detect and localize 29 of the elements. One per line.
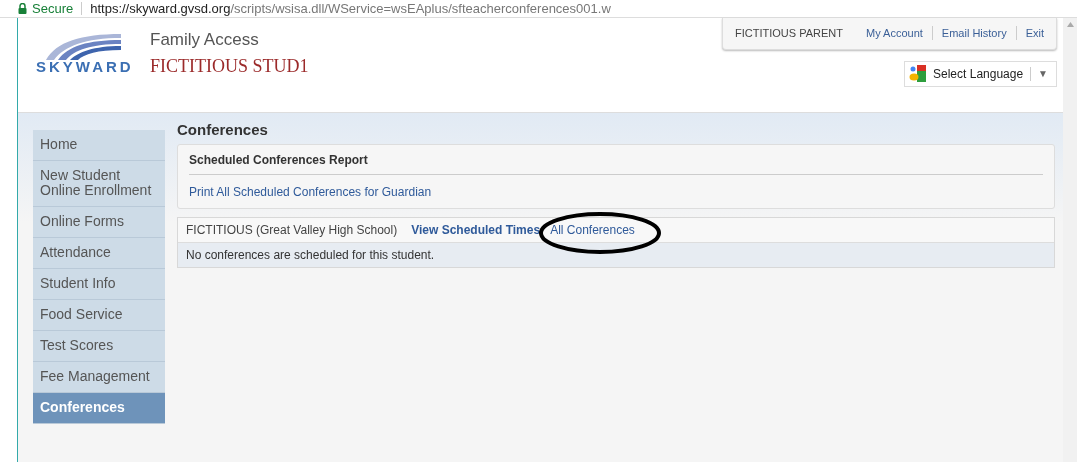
print-link[interactable]: Print All Scheduled Conferences for Guardian	[189, 185, 432, 199]
header-link[interactable]: Exit	[1025, 27, 1044, 39]
sidebar-item[interactable]: Food Service	[33, 300, 165, 331]
sidebar-item[interactable]: Online Forms	[33, 207, 165, 238]
app-title: Family Access	[150, 30, 260, 50]
scrollbar[interactable]	[1063, 18, 1077, 462]
sidebar-item[interactable]: Student Info	[33, 269, 165, 300]
conference-tab[interactable]: View Scheduled Times	[411, 223, 541, 237]
header-link[interactable]: My Account	[866, 27, 923, 39]
skyward-logo[interactable]: SKYWARD	[36, 32, 136, 112]
report-title: Scheduled Conferences Report	[189, 153, 1043, 175]
user-name: FICTITIOUS PARENT	[735, 27, 843, 39]
sidebar-item[interactable]: Test Scores	[33, 331, 165, 362]
url-text: https://skyward.gvsd.org/scripts/wsisa.dll/WService=wsEAplus/sfteacherconferences001.w	[90, 1, 611, 16]
student-name: FICTITIOUS STUD1	[150, 56, 309, 77]
scroll-up-icon[interactable]	[1066, 22, 1074, 27]
lock-icon	[18, 3, 27, 14]
student-label: FICTITIOUS (Great Valley High School)	[186, 223, 398, 237]
page-title: Conferences	[177, 121, 269, 138]
sidebar-item[interactable]: Home	[33, 130, 165, 161]
empty-message: No conferences are scheduled for this student.	[185, 247, 436, 264]
sidebar-item[interactable]: Fee Management	[33, 362, 165, 393]
sidebar-item[interactable]: Conferences	[33, 393, 165, 424]
language-select[interactable]: Select Language ▼	[904, 61, 1057, 87]
header-link[interactable]: Email History	[941, 27, 1007, 39]
security-label: Secure	[32, 1, 74, 16]
translate-icon	[909, 65, 926, 82]
sidebar-item[interactable]: New Student Online Enrollment	[33, 161, 165, 207]
sidebar-item[interactable]: Attendance	[33, 238, 165, 269]
